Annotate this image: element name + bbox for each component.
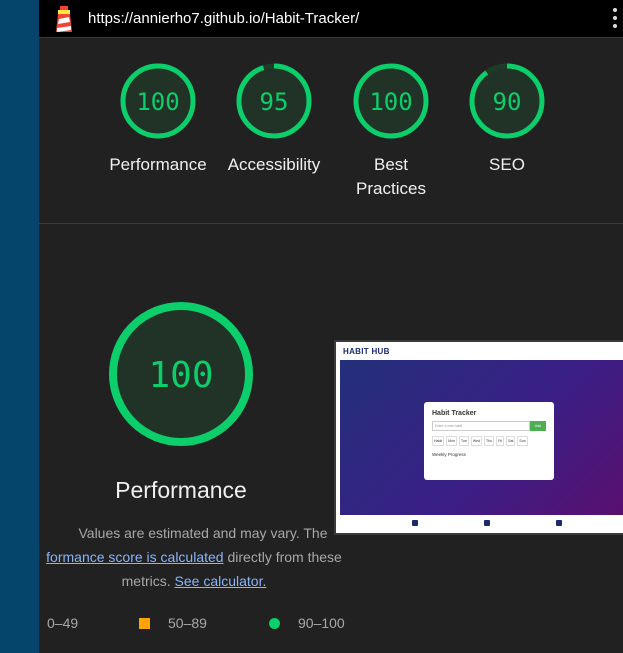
screenshot-brand: HABIT HUB (336, 342, 623, 360)
gauge-label: SEO (489, 155, 525, 174)
screenshot-card: Habit Tracker Enter a new habit Add Habi… (424, 402, 554, 480)
menu-icon[interactable] (613, 8, 617, 28)
score-calc-link[interactable]: formance score is calculated (46, 549, 223, 565)
gauge-best-practices[interactable]: 100 Best Practices (331, 61, 451, 201)
score-value: 95 (260, 88, 289, 116)
card-days: Habit Mon Tue Wed Thu Fri Sat Sun (432, 436, 546, 446)
gauge-label: Best Practices (331, 153, 451, 201)
legend-average-label: 50–89 (168, 615, 207, 631)
day-cell: Thu (484, 436, 495, 446)
score-value: 100 (369, 88, 412, 116)
card-title: Habit Tracker (432, 410, 477, 417)
score-value: 100 (136, 88, 179, 116)
score-ring: 90 (469, 63, 545, 139)
score-value: 90 (493, 88, 522, 116)
card-add-button: Add (530, 421, 546, 431)
day-cell: Tue (458, 436, 469, 446)
linkedin-icon (556, 520, 562, 526)
score-ring: 100 (353, 63, 429, 139)
desc-text: directly from these (223, 549, 342, 565)
legend-fail-label: 0–49 (47, 615, 79, 631)
left-panel-strip (0, 0, 39, 653)
legend-pass: 90–100 (269, 615, 345, 631)
card-input-row: Enter a new habit Add (432, 421, 546, 431)
weekly-progress: Weekly Progress (432, 452, 466, 457)
screenshot-footer (340, 515, 623, 533)
legend-pass-label: 90–100 (298, 615, 345, 631)
big-score-value: 100 (148, 355, 213, 396)
lighthouse-icon (56, 6, 72, 32)
day-cell: Sun (517, 436, 528, 446)
day-cell: Mon (446, 436, 457, 446)
section-title: Performance (115, 477, 247, 503)
category-gauges: 100 Performance 95 Accessibility 100 Bes… (39, 38, 623, 224)
twitch-icon (412, 520, 418, 526)
score-description: Values are estimated and may vary. The f… (39, 521, 349, 593)
label-line: Best (373, 155, 409, 174)
gauge-performance[interactable]: 100 Performance (98, 61, 218, 177)
score-legend: 0–49 50–89 90–100 (47, 615, 367, 635)
gauge-label: Performance (109, 155, 207, 174)
day-cell: Habit (432, 436, 445, 446)
card-input: Enter a new habit (432, 421, 530, 431)
performance-section: 100 Performance Values are estimated and… (39, 225, 623, 653)
gauge-accessibility[interactable]: 95 Accessibility (214, 61, 334, 177)
legend-fail: 0–49 (47, 615, 78, 631)
big-score-ring: 100 (109, 302, 253, 446)
gauge-label: Accessibility (227, 155, 321, 174)
gauge-seo[interactable]: 90 SEO (447, 61, 567, 177)
screenshot-hero: Habit Tracker Enter a new habit Add Habi… (340, 360, 623, 515)
circle-icon (269, 617, 280, 629)
day-cell: Fri (496, 436, 505, 446)
see-calculator-link[interactable]: See calculator. (175, 573, 267, 589)
desc-text: Values are estimated and may vary. The (78, 525, 328, 541)
page-screenshot[interactable]: HABIT HUB Habit Tracker Enter a new habi… (334, 340, 623, 535)
day-cell: Wed (470, 436, 483, 446)
tv-icon (484, 520, 490, 526)
label-line: Practices (356, 179, 426, 198)
url-bar: https://annierho7.github.io/Habit-Tracke… (39, 0, 623, 38)
desc-text: metrics. (121, 573, 175, 589)
score-ring: 95 (236, 63, 312, 139)
day-cell: Sat (506, 436, 516, 446)
square-icon (139, 617, 150, 629)
score-ring: 100 (120, 63, 196, 139)
page-url[interactable]: https://annierho7.github.io/Habit-Tracke… (88, 10, 359, 27)
legend-average: 50–89 (139, 615, 207, 631)
